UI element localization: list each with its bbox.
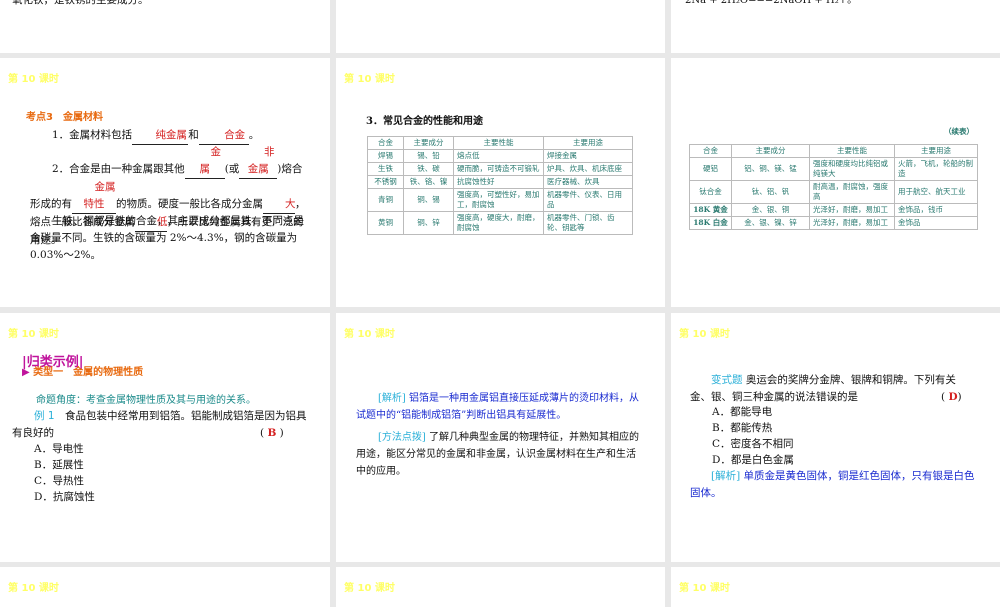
slide-thumbnail[interactable]: 第 10 课时 [0,567,330,607]
table-cell: 光泽好，耐磨，易加工 [809,216,895,230]
table-cell: 机器零件、门锁、齿轮、钥匙等 [543,211,633,235]
table-cell: 炉具、炊具、机床底座 [543,162,633,176]
table-row: 硬铝 铝、铜、镁、锰 强度和硬度均比纯铝或纯镁大 火箭，飞机，轮船的制造 [689,157,978,181]
analysis: [解析] 单质金是黄色固体，铜是红色固体，只有银是白色固体。 [690,470,975,499]
table-cell: 铜、锡 [403,188,454,212]
slide-thumbnail[interactable]: 第 10 课时 [671,567,1000,607]
table-cell: 铜、锌 [403,211,454,235]
variant-question: 变式题 奥运会的奖牌分金牌、银牌和铜牌。下列有关金、银、铜三种金属的说法错误的是 [690,374,956,403]
table-cell: 硬而脆，可铸造不可锻轧 [453,162,544,176]
table-cell: 18K 黄金 [689,203,732,217]
slide-thumbnail[interactable] [336,0,665,53]
slide-thumbnail[interactable]: 第 10 课时 [解析] 铝箔是一种用金属铝直接压延成薄片的烫印材料，从试题中的… [336,313,665,562]
question-angle: 命题角度：考查金属物理性质及其与用途的关系。 [36,395,256,406]
table-cell: 强度和硬度均比纯铝或纯镁大 [809,157,895,181]
slide-thumbnail[interactable]: 第 10 课时 3．常见合金的性能和用途 合金 主要成分 主要性能 主要用途 焊锡 锡、… [336,58,665,307]
section-heading: 考点3 金属材料 [26,112,103,123]
table-cell: 铁、碳 [403,162,454,176]
answer: ( D) [941,391,962,403]
table-cell: 火箭，飞机，轮船的制造 [894,157,978,181]
table-cell: 强度高，硬度大，耐磨，耐腐蚀 [453,211,544,235]
alloy-table: 合金 主要成分 主要性能 主要用途 焊锡 锡、铅 熔点低 焊接金属 生铁 铁、碳 硬而脆，可铸造不… [367,136,633,235]
table-cell: 锡、铅 [403,149,454,163]
option-b: B．都能传热 [712,422,773,434]
table-cell: 金饰品，钱币 [894,203,978,217]
answer: ( B ) [260,427,284,439]
paragraph-1: 1．金属材料包括 纯金属和 合金。 [30,127,312,145]
slide-thumbnail[interactable]: 2Na + 2H₂O===2NaOH + H₂↑。 [671,0,1000,53]
table-cell: 金饰品 [894,216,978,230]
table-cell: 生铁 [367,162,404,176]
table-row: 18K 白金 金、银、镍、锌 光泽好，耐磨，易加工 金饰品 [689,216,978,230]
table-row: 黄铜 铜、锌 强度高，硬度大，耐磨，耐腐蚀 机器零件、门锁、齿轮、钥匙等 [367,211,633,235]
option-a: A．导电性 [34,443,84,455]
table-cell: 光泽好，耐磨，易加工 [809,203,895,217]
slide-thumbnail[interactable]: 第 10 课时 变式题 奥运会的奖牌分金牌、银牌和铜牌。下列有关金、银、铜三种金… [671,313,1000,562]
table-row: 18K 黄金 金、银、铜 光泽好，耐磨，易加工 金饰品，钱币 [689,203,978,217]
slide-thumbnail[interactable]: 第 10 课时 |归类示例| ▶ 类型一 金属的物理性质 命题角度：考查金属物理… [0,313,330,562]
table-cell: 青铜 [367,188,404,212]
table-cell: 钛合金 [689,180,732,204]
option-c: C．密度各不相同 [712,438,794,450]
table-header: 主要用途 [894,144,978,158]
table-row: 青铜 铜、锡 强度高，可塑性好，易加工，耐腐蚀 机器零件、仪表、日用品 [367,188,633,212]
table-cell: 机器零件、仪表、日用品 [543,188,633,212]
table-row: 不锈钢 铁、铬、镍 抗腐蚀性好 医疗器械、炊具 [367,175,633,189]
slide-thumbnail[interactable]: 第 10 课时 [336,567,665,607]
slide-label: 第 10 课时 [679,329,730,340]
slide-label: 第 10 课时 [8,329,59,340]
table-cell: 强度高，可塑性好，易加工，耐腐蚀 [453,188,544,212]
table-row: 钛合金 钛、铝、钒 耐高温，耐腐蚀，强度高 用于航空、航天工业 [689,180,978,204]
slide-label: 第 10 课时 [344,329,395,340]
table-header: 主要成分 [403,136,454,150]
table-cell: 抗腐蚀性好 [453,175,544,189]
table-cell: 焊接金属 [543,149,633,163]
alloy-table-continued: 合金 主要成分 主要性能 主要用途 硬铝 铝、铜、镁、锰 强度和硬度均比纯铝或纯镁大 火箭，… [689,144,978,230]
option-c: C．导热性 [34,475,85,487]
table-header: 主要成分 [731,144,810,158]
table-header: 主要性能 [453,136,544,150]
continued-label: （续表） [944,127,974,136]
option-d: D．都是白色金属 [712,454,794,466]
slide-thumbnail[interactable]: 氧化铁，是铁锈的主要成分。 [0,0,330,53]
method-tip: [方法点拨] 了解几种典型金属的物理特征，并熟知其相应的用途，能区分常见的金属和… [356,432,639,477]
table-cell: 医疗器械、炊具 [543,175,633,189]
option-a: A．都能导电 [712,406,773,418]
table-cell: 硬铝 [689,157,732,181]
table-cell: 铝、铜、镁、锰 [731,157,810,181]
table-row: 焊锡 锡、铅 熔点低 焊接金属 [367,149,633,163]
type-heading: ▶ 类型一 金属的物理性质 [22,367,144,378]
slide-text: 氧化铁，是铁锈的主要成分。 [12,0,149,6]
table-cell: 金、银、镍、锌 [731,216,810,230]
table-cell: 18K 白金 [689,216,732,230]
option-d: D．抗腐蚀性 [34,491,95,503]
slide-equation: 2Na + 2H₂O===2NaOH + H₂↑。 [685,0,858,6]
table-cell: 焊锡 [367,149,404,163]
slide-label: 第 10 课时 [8,74,59,85]
paragraph-3: 生铁、钢都是铁的合金，其主要成分都是铁，不同点是含碳量不同。生铁的含碳量为 2%… [30,215,304,261]
table-cell: 耐高温，耐腐蚀，强度高 [809,180,895,204]
table-header: 主要用途 [543,136,633,150]
table-cell: 铁、铬、镍 [403,175,454,189]
slide-label: 第 10 课时 [8,583,59,594]
table-header: 合金 [367,136,404,150]
table-header: 合金 [689,144,732,158]
option-b: B．延展性 [34,459,84,471]
table-row: 生铁 铁、碳 硬而脆，可铸造不可锻轧 炉具、炊具、机床底座 [367,162,633,176]
slide-label: 第 10 课时 [679,583,730,594]
table-cell: 不锈钢 [367,175,404,189]
slide-label: 第 10 课时 [344,583,395,594]
table-header: 主要性能 [809,144,895,158]
analysis: [解析] 铝箔是一种用金属铝直接压延成薄片的烫印材料，从试题中的“铝能制成铝箔”… [356,393,639,421]
slide-label: 第 10 课时 [344,74,395,85]
table-cell: 用于航空、航天工业 [894,180,978,204]
table-cell: 熔点低 [453,149,544,163]
table-cell: 黄铜 [367,211,404,235]
table-cell: 钛、铝、钒 [731,180,810,204]
table-title: 3．常见合金的性能和用途 [366,116,483,127]
table-cell: 金、银、铜 [731,203,810,217]
slide-thumbnail[interactable]: 第 10 课时 考点3 金属材料 1．金属材料包括 纯金属和 合金。 2．合金是由一… [0,58,330,307]
slide-thumbnail[interactable]: （续表） 合金 主要成分 主要性能 主要用途 硬铝 铝、铜、镁、锰 强度和硬度均比纯铝或纯… [671,58,1000,307]
